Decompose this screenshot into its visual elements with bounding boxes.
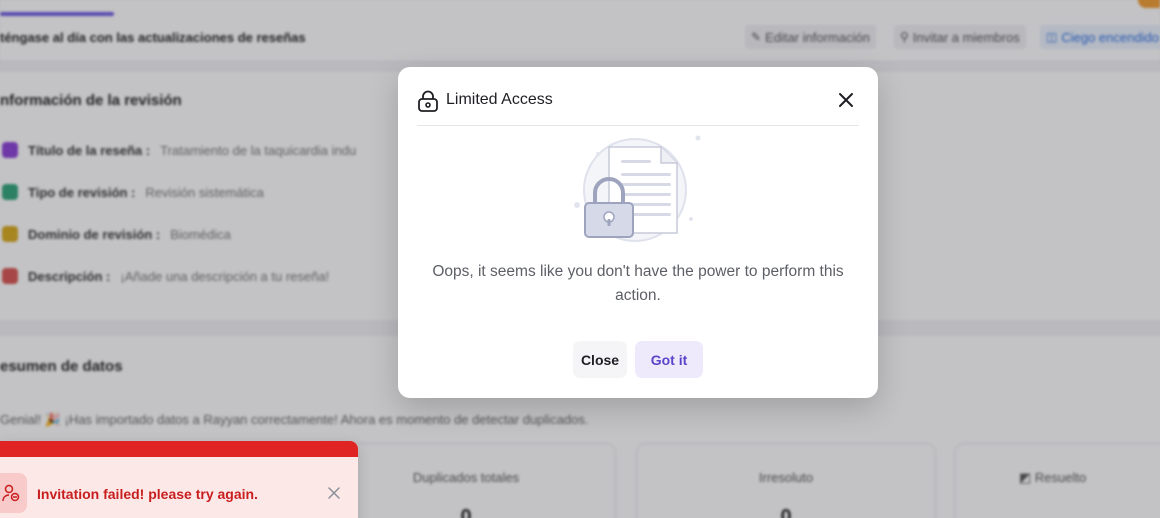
lock-icon (418, 90, 438, 112)
dialog-header: Limited Access (417, 67, 859, 126)
dialog-message: Oops, it seems like you don't have the p… (432, 263, 844, 304)
error-toast: Invitation failed! please try again. (0, 441, 358, 518)
toast-message: Invitation failed! please try again. (37, 486, 258, 502)
limited-access-dialog: Limited Access Oops, it seems like you d… (398, 67, 878, 398)
got-it-button[interactable]: Got it (635, 341, 703, 378)
dialog-title: Limited Access (446, 91, 553, 108)
user-error-icon (1, 484, 19, 502)
locked-document-illustration (574, 135, 701, 242)
toast-icon-box (0, 473, 27, 513)
close-button[interactable]: Close (573, 341, 627, 378)
toast-accent-bar (0, 441, 358, 457)
close-icon[interactable] (837, 91, 855, 109)
toast-close-icon[interactable] (327, 486, 341, 500)
